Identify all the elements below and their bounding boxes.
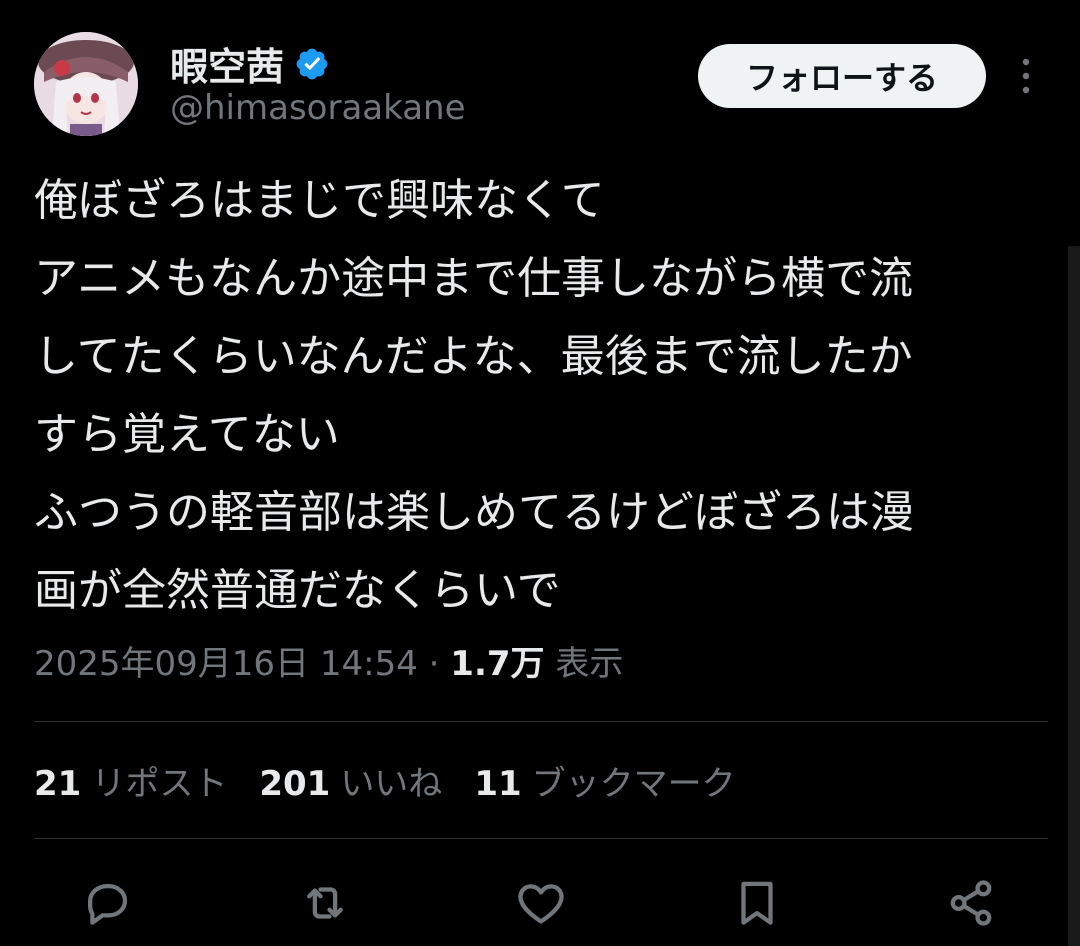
reply-icon[interactable] (80, 876, 134, 930)
divider (34, 721, 1048, 722)
views-label: 表示 (544, 644, 624, 684)
tweet-meta: 2025年09月16日 14:54 · 1.7万 表示 (34, 636, 623, 685)
like-label: いいね (340, 764, 443, 804)
repost-count: 21 (34, 764, 82, 804)
follow-button[interactable]: フォローする (698, 44, 986, 108)
like-count: 201 (259, 764, 331, 804)
more-options-icon[interactable] (1014, 56, 1038, 96)
repost-stat[interactable]: 21 リポスト (34, 756, 227, 805)
avatar-image (34, 32, 138, 136)
engagement-stats: 21 リポスト 201 いいね 11 ブックマーク (34, 756, 736, 805)
scrollbar[interactable] (1068, 246, 1080, 946)
verified-badge-icon[interactable] (294, 46, 330, 82)
bookmark-icon[interactable] (730, 876, 784, 930)
tweet-line: してたくらいなんだよな、最後まで流したか (34, 331, 913, 382)
tweet-line: すら覚えてない (34, 409, 340, 460)
author-handle[interactable]: @himasoraakane (170, 88, 466, 128)
tweet-timestamp[interactable]: 2025年09月16日 14:54 (34, 644, 418, 684)
tweet-line: アニメもなんか途中まで仕事しながら横で流 (34, 253, 914, 304)
tweet-line: 画が全然普通だなくらいで (34, 565, 561, 616)
like-stat[interactable]: 201 いいね (259, 756, 442, 805)
share-icon[interactable] (944, 876, 998, 930)
retweet-icon[interactable] (298, 876, 352, 930)
author-display-name[interactable]: 暇空茜 (170, 36, 330, 91)
meta-separator: · (417, 644, 451, 684)
repost-label: リポスト (91, 764, 228, 804)
views-count[interactable]: 1.7万 (450, 644, 544, 684)
tweet-text: 俺ぼざろはまじで興味なくて アニメもなんか途中まで仕事しながら横で流 してたくら… (34, 162, 1044, 630)
bookmark-stat[interactable]: 11 ブックマーク (474, 756, 735, 805)
like-icon[interactable] (514, 876, 568, 930)
tweet-line: 俺ぼざろはまじで興味なくて (34, 175, 605, 226)
bookmark-count: 11 (474, 764, 522, 804)
divider (34, 838, 1048, 839)
bookmark-label: ブックマーク (531, 764, 736, 804)
avatar[interactable] (34, 32, 138, 136)
tweet-line: ふつうの軽音部は楽しめてるけどぼざろは漫 (34, 487, 914, 538)
author-name-text[interactable]: 暇空茜 (170, 36, 284, 91)
